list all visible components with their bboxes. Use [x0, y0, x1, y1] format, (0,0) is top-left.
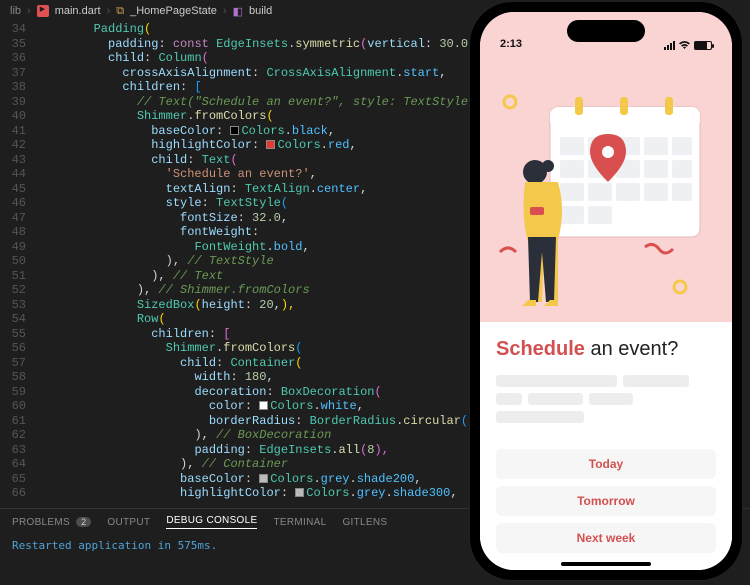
line-number: 57: [0, 356, 26, 371]
tab-problems[interactable]: PROBLEMS 2: [12, 517, 91, 528]
tab-gitlens[interactable]: GITLENS: [342, 517, 387, 528]
dynamic-island: [567, 20, 645, 42]
tab-debug-console[interactable]: DEBUG CONSOLE: [166, 515, 257, 529]
line-number: 44: [0, 167, 26, 182]
line-number: 66: [0, 486, 26, 501]
line-number: 41: [0, 124, 26, 139]
line-number: 49: [0, 240, 26, 255]
tab-problems-label: PROBLEMS: [12, 517, 70, 528]
line-number: 62: [0, 428, 26, 443]
hero-illustration: [480, 52, 732, 322]
signal-icon: [664, 41, 675, 50]
line-number: 59: [0, 385, 26, 400]
schedule-button[interactable]: Next week: [496, 523, 716, 553]
line-number: 65: [0, 472, 26, 487]
line-number: 46: [0, 196, 26, 211]
line-number: 50: [0, 254, 26, 269]
line-number: 48: [0, 225, 26, 240]
line-number: 63: [0, 443, 26, 458]
line-number: 53: [0, 298, 26, 313]
line-number-gutter: 3435363738394041424344454647484950515253…: [0, 22, 36, 508]
shimmer-placeholder: [496, 375, 716, 429]
method-label[interactable]: build: [249, 5, 272, 17]
line-number: 35: [0, 37, 26, 52]
battery-icon: [694, 41, 712, 50]
line-number: 58: [0, 370, 26, 385]
class-symbol-icon: ⧉: [116, 5, 124, 18]
clock-label: 2:13: [500, 38, 522, 50]
folder-label[interactable]: lib: [10, 5, 21, 17]
line-number: 56: [0, 341, 26, 356]
button-list: Today Tomorrow Next week: [496, 449, 716, 560]
ios-simulator-frame: 2:13: [470, 2, 742, 580]
line-number: 40: [0, 109, 26, 124]
line-number: 61: [0, 414, 26, 429]
breadcrumb-sep-icon: ›: [27, 5, 31, 17]
line-number: 36: [0, 51, 26, 66]
line-number: 47: [0, 211, 26, 226]
line-number: 52: [0, 283, 26, 298]
breadcrumb-sep-icon: ›: [107, 5, 111, 17]
method-symbol-icon: ◧: [233, 5, 243, 18]
phone-screen: 2:13: [480, 12, 732, 570]
schedule-button[interactable]: Today: [496, 449, 716, 479]
line-number: 60: [0, 399, 26, 414]
line-number: 51: [0, 269, 26, 284]
line-number: 43: [0, 153, 26, 168]
line-number: 45: [0, 182, 26, 197]
home-indicator: [561, 562, 651, 566]
app-content: Schedule an event? Today Tomorrow Next wee…: [480, 322, 732, 570]
line-number: 37: [0, 66, 26, 81]
tab-terminal[interactable]: TERMINAL: [273, 517, 326, 528]
breadcrumb-sep-icon: ›: [223, 5, 227, 17]
wifi-icon: [678, 40, 691, 50]
file-label[interactable]: main.dart: [55, 5, 101, 17]
heading-strong: Schedule: [496, 338, 585, 360]
class-label[interactable]: _HomePageState: [130, 5, 217, 17]
schedule-heading: Schedule an event?: [496, 338, 716, 361]
line-number: 64: [0, 457, 26, 472]
line-number: 42: [0, 138, 26, 153]
line-number: 38: [0, 80, 26, 95]
tab-output[interactable]: OUTPUT: [107, 517, 150, 528]
line-number: 39: [0, 95, 26, 110]
problems-count-badge: 2: [76, 517, 91, 527]
line-number: 34: [0, 22, 26, 37]
dart-file-icon: [37, 5, 49, 17]
line-number: 54: [0, 312, 26, 327]
schedule-button[interactable]: Tomorrow: [496, 486, 716, 516]
heading-rest: an event?: [585, 338, 678, 360]
line-number: 55: [0, 327, 26, 342]
